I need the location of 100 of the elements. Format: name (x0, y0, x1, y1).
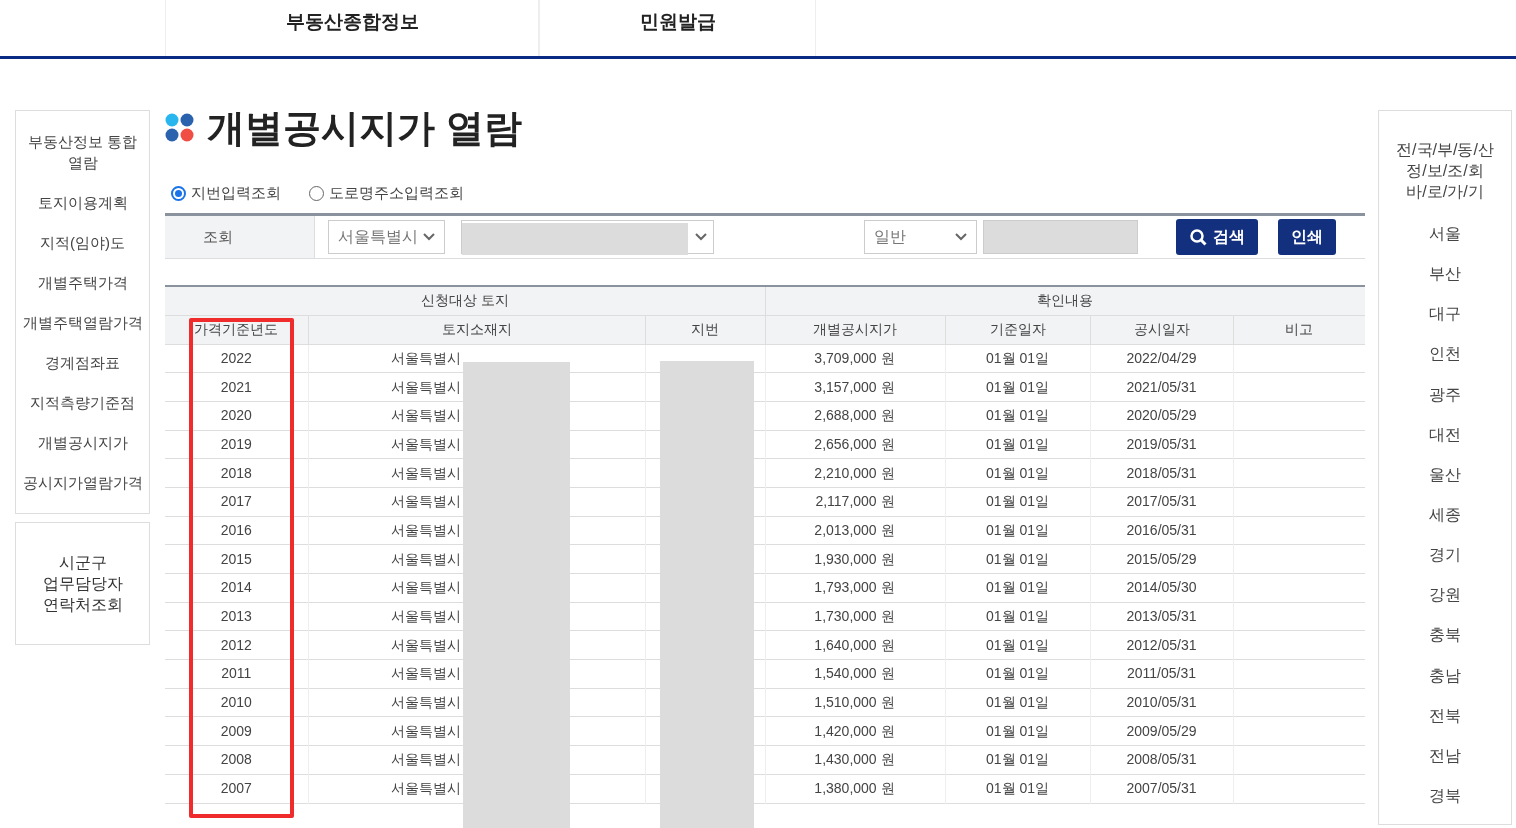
sidebar-item[interactable]: 토지이용계획 (18, 192, 147, 213)
table-cell: 2016/05/31 (1126, 521, 1197, 538)
table-cell: 01월 01일 (986, 464, 1050, 481)
table-cell: 2007 (220, 780, 252, 797)
table-cell: 서울특별시 (390, 464, 461, 481)
sidebar-item[interactable]: 지적측량기준점 (18, 392, 147, 413)
table-cell: 2,656,000 원 (814, 435, 895, 452)
table-cell: 2011 (221, 665, 252, 682)
table-cell: 2013 (220, 608, 252, 625)
column-header: 기준일자 (945, 315, 1091, 344)
table-cell: 2018/05/31 (1126, 464, 1197, 481)
table-cell: 서울특별시 (390, 665, 461, 682)
radio-label[interactable]: 지번입력조회 (191, 181, 281, 205)
region-link[interactable]: 충남 (1429, 663, 1461, 704)
table-cell: 서울특별시 (390, 521, 461, 538)
chevron-down-icon (423, 233, 435, 241)
region-link[interactable]: 부산 (1429, 262, 1461, 303)
table-cell: 2,688,000 원 (814, 407, 895, 424)
table-cell: 2014 (220, 579, 252, 596)
table-cell: 2,117,000 원 (815, 493, 895, 510)
region-link[interactable]: 서울 (1429, 222, 1461, 263)
table-cell: 서울특별시 (390, 407, 461, 424)
radio-label[interactable]: 도로명주소입력조회 (329, 181, 464, 205)
table-cell: 2019/05/31 (1126, 435, 1197, 452)
radio-button[interactable] (171, 185, 186, 201)
table-cell: 01월 01일 (986, 780, 1050, 797)
region-link[interactable]: 대전 (1429, 422, 1461, 463)
column-header: 개별공시지가 (765, 315, 946, 344)
table-cell: 01월 01일 (986, 435, 1050, 452)
print-button[interactable]: 인쇄 (1278, 219, 1336, 255)
table-cell: 서울특별시 (390, 751, 461, 768)
table-cell: 2015/05/29 (1126, 550, 1197, 567)
table-cell: 1,540,000 원 (814, 665, 895, 682)
table-cell: 1,730,000 원 (814, 608, 895, 625)
shortcut-title[interactable]: 전/국/부/동/산 정/보/조/회 바/로/가/기 (1396, 139, 1494, 202)
table-cell: 2008/05/31 (1126, 751, 1197, 768)
sidebar-item[interactable]: 부동산정보 통합 열람 (18, 131, 147, 173)
table-cell: 01월 01일 (986, 493, 1050, 510)
region-link[interactable]: 경북 (1429, 783, 1461, 825)
table-cell: 01월 01일 (986, 521, 1050, 538)
table-cell: 서울특별시 (390, 608, 461, 625)
search-icon (1189, 228, 1207, 246)
table-cell: 2016 (220, 521, 252, 538)
region-link[interactable]: 대구 (1429, 302, 1461, 343)
sidebar-item[interactable]: 경계점좌표 (18, 352, 147, 373)
table-cell: 01월 01일 (986, 694, 1050, 711)
dots-logo-icon (165, 113, 195, 143)
table-cell: 01월 01일 (986, 579, 1050, 596)
nav-tab[interactable]: 민원발급 (539, 0, 816, 56)
table-cell: 1,510,000 원 (814, 694, 895, 711)
table-cell: 2009/05/29 (1126, 722, 1197, 739)
table-cell: 1,430,000 원 (814, 751, 895, 768)
table-cell: 2010 (220, 694, 252, 711)
region-link[interactable]: 전북 (1429, 703, 1461, 744)
region-link[interactable]: 인천 (1429, 342, 1461, 383)
table-cell: 01월 01일 (986, 550, 1050, 567)
table-cell: 2013/05/31 (1126, 608, 1197, 625)
region-link[interactable]: 광주 (1429, 382, 1461, 423)
search-label: 조회 (165, 216, 315, 258)
table-cell: 2017/05/31 (1126, 493, 1197, 510)
column-header: 토지소재지 (308, 315, 645, 344)
table-cell: 서울특별시 (390, 378, 461, 395)
table-cell: 서울특별시 (390, 493, 461, 510)
region-link[interactable]: 전남 (1429, 743, 1461, 784)
column-header: 비고 (1233, 315, 1366, 344)
table-cell: 3,157,000 원 (814, 378, 895, 395)
column-header: 가격기준년도 (165, 315, 308, 344)
column-header: 지번 (645, 315, 766, 344)
region-link[interactable]: 세종 (1429, 503, 1461, 544)
region-link[interactable]: 울산 (1429, 462, 1461, 503)
table-cell: 01월 01일 (986, 722, 1050, 739)
sidebar-item[interactable]: 개별주택열람가격 (18, 312, 147, 333)
table-cell: 2022 (220, 349, 252, 366)
table-cell: 2,013,000 원 (814, 521, 895, 538)
table-cell: 1,793,000 원 (814, 579, 895, 596)
table-cell: 2012 (220, 636, 252, 653)
sidebar-item[interactable]: 공시지가열람가격 (18, 472, 147, 493)
sidebar-item[interactable]: 지적(임야)도 (18, 232, 147, 253)
table-cell: 2020 (220, 407, 252, 424)
sidebar-item[interactable]: 개별공시지가 (18, 432, 147, 453)
search-button[interactable]: 검색 (1176, 219, 1258, 255)
city-select[interactable]: 서울특별시 (328, 220, 445, 254)
table-cell: 01월 01일 (986, 665, 1050, 682)
sidebar-item[interactable]: 개별주택가격 (18, 272, 147, 293)
nav-tab[interactable]: 부동산종합정보 (165, 0, 539, 56)
table-cell: 서울특별시 (390, 349, 461, 366)
table-cell: 2020/05/29 (1126, 407, 1197, 424)
table-cell: 2,210,000 원 (814, 464, 895, 481)
table-cell: 01월 01일 (986, 407, 1050, 424)
column-header: 공시일자 (1090, 315, 1234, 344)
table-cell: 서울특별시 (390, 550, 461, 567)
region-link[interactable]: 경기 (1429, 543, 1461, 584)
table-cell: 01월 01일 (986, 378, 1050, 395)
region-link[interactable]: 충북 (1429, 623, 1461, 664)
region-link[interactable]: 강원 (1429, 583, 1461, 624)
table-cell: 2011/05/31 (1127, 665, 1197, 682)
type-select[interactable]: 일반 (864, 220, 977, 254)
table-cell: 2009 (220, 722, 252, 739)
chevron-down-icon (955, 233, 967, 241)
table-cell: 2017 (220, 493, 252, 510)
